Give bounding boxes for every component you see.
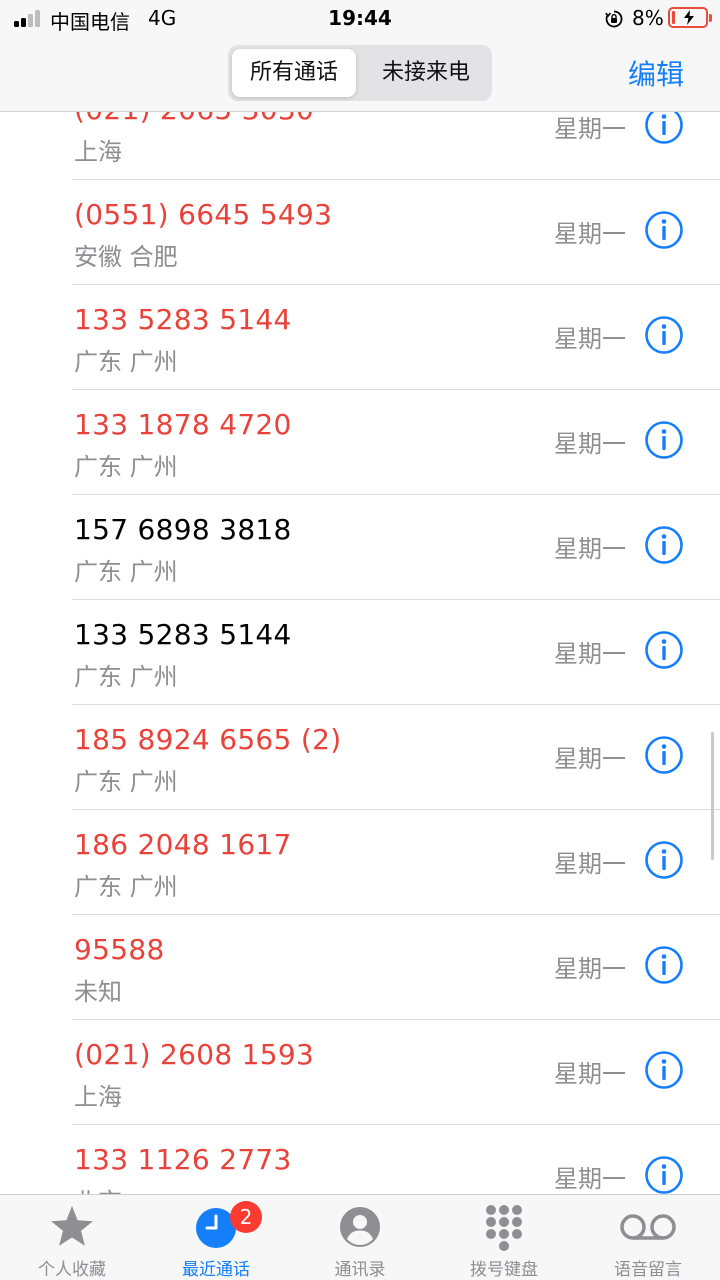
call-location: 上海: [74, 138, 122, 166]
call-number: 95588: [74, 933, 165, 966]
info-icon[interactable]: [644, 315, 684, 355]
call-day: 星期一: [554, 1060, 626, 1088]
call-number: 133 1878 4720: [74, 408, 292, 441]
segment-missed-calls[interactable]: 未接来电: [364, 49, 488, 97]
tab-label-favorites: 个人收藏: [38, 1260, 106, 1280]
call-location: 广东 广州: [74, 558, 178, 586]
call-location: 安徽 合肥: [74, 243, 178, 271]
info-icon[interactable]: [644, 840, 684, 880]
keypad-icon: [486, 1205, 522, 1251]
tab-contacts[interactable]: 通讯录: [288, 1195, 432, 1280]
navigation-bar: 所有通话 未接来电 编辑: [0, 36, 720, 112]
call-row[interactable]: 157 6898 3818 广东 广州 星期一: [0, 495, 720, 600]
status-bar: 中国电信 4G 19:44 8%: [0, 0, 720, 36]
call-row[interactable]: 186 2048 1617 广东 广州 星期一: [0, 810, 720, 915]
call-row[interactable]: 185 8924 6565 (2) 广东 广州 星期一: [0, 705, 720, 810]
recents-badge: 2: [230, 1201, 262, 1233]
call-row[interactable]: 133 5283 5144 广东 广州 星期一: [0, 285, 720, 390]
info-icon[interactable]: [644, 525, 684, 565]
call-number: (021) 2608 1593: [74, 1038, 315, 1071]
voicemail-icon: [620, 1214, 676, 1240]
battery-percentage: 8%: [632, 6, 664, 30]
call-row[interactable]: (021) 2608 1593 上海 星期一: [0, 1020, 720, 1125]
tab-recents[interactable]: 最近通话: [144, 1195, 288, 1280]
call-day: 星期一: [554, 115, 626, 143]
call-location: 广东 广州: [74, 873, 178, 901]
call-day: 星期一: [554, 325, 626, 353]
call-number: 133 5283 5144: [74, 303, 292, 336]
call-day: 星期一: [554, 640, 626, 668]
star-icon: [51, 1206, 93, 1246]
call-location: 广东 广州: [74, 768, 178, 796]
tab-bar: 个人收藏 最近通话 通讯录 拨号键盘 语音留言 2: [0, 1194, 720, 1280]
battery-icon: [668, 7, 712, 28]
call-location: 广东 广州: [74, 348, 178, 376]
call-number: 186 2048 1617: [74, 828, 292, 861]
edit-button[interactable]: 编辑: [628, 53, 684, 93]
call-location: 广东 广州: [74, 663, 178, 691]
call-row[interactable]: 133 1878 4720 广东 广州 星期一: [0, 390, 720, 495]
screen: (021) 2065 3030上海星期一(0551) 6645 5493安徽 合…: [0, 0, 720, 1280]
scroll-indicator[interactable]: [711, 732, 714, 860]
call-day: 星期一: [554, 850, 626, 878]
call-day: 星期一: [554, 220, 626, 248]
info-icon[interactable]: [644, 630, 684, 670]
call-filter-segmented-control[interactable]: 所有通话 未接来电: [228, 45, 492, 101]
call-location: 上海: [74, 1083, 122, 1111]
call-number: 185 8924 6565 (2): [74, 723, 342, 756]
call-location: 广东 广州: [74, 453, 178, 481]
call-day: 星期一: [554, 955, 626, 983]
info-icon[interactable]: [644, 1050, 684, 1090]
info-icon[interactable]: [644, 1155, 684, 1195]
info-icon[interactable]: [644, 735, 684, 775]
info-icon[interactable]: [644, 945, 684, 985]
call-day: 星期一: [554, 535, 626, 563]
tab-voicemail[interactable]: 语音留言: [576, 1195, 720, 1280]
call-number: 133 1126 2773: [74, 1143, 292, 1176]
tab-label-keypad: 拨号键盘: [470, 1260, 538, 1280]
call-row[interactable]: 133 5283 5144 广东 广州 星期一: [0, 600, 720, 705]
call-number: 157 6898 3818: [74, 513, 292, 546]
call-day: 星期一: [554, 745, 626, 773]
call-day: 星期一: [554, 1165, 626, 1193]
info-icon[interactable]: [644, 420, 684, 460]
info-icon[interactable]: [644, 210, 684, 250]
call-number: 133 5283 5144: [74, 618, 292, 651]
orientation-lock-icon: [605, 10, 623, 28]
contact-icon: [340, 1207, 380, 1247]
tab-label-voicemail: 语音留言: [614, 1260, 682, 1280]
tab-label-recents: 最近通话: [182, 1260, 250, 1280]
call-location: 未知: [74, 978, 122, 1006]
tab-keypad[interactable]: 拨号键盘: [432, 1195, 576, 1280]
call-day: 星期一: [554, 430, 626, 458]
call-row[interactable]: 95588 未知 星期一: [0, 915, 720, 1020]
tab-favorites[interactable]: 个人收藏: [0, 1195, 144, 1280]
call-row[interactable]: (0551) 6645 5493 安徽 合肥 星期一: [0, 180, 720, 285]
tab-label-contacts: 通讯录: [334, 1260, 386, 1280]
call-number: (0551) 6645 5493: [74, 198, 333, 231]
segment-all-calls[interactable]: 所有通话: [232, 49, 356, 97]
